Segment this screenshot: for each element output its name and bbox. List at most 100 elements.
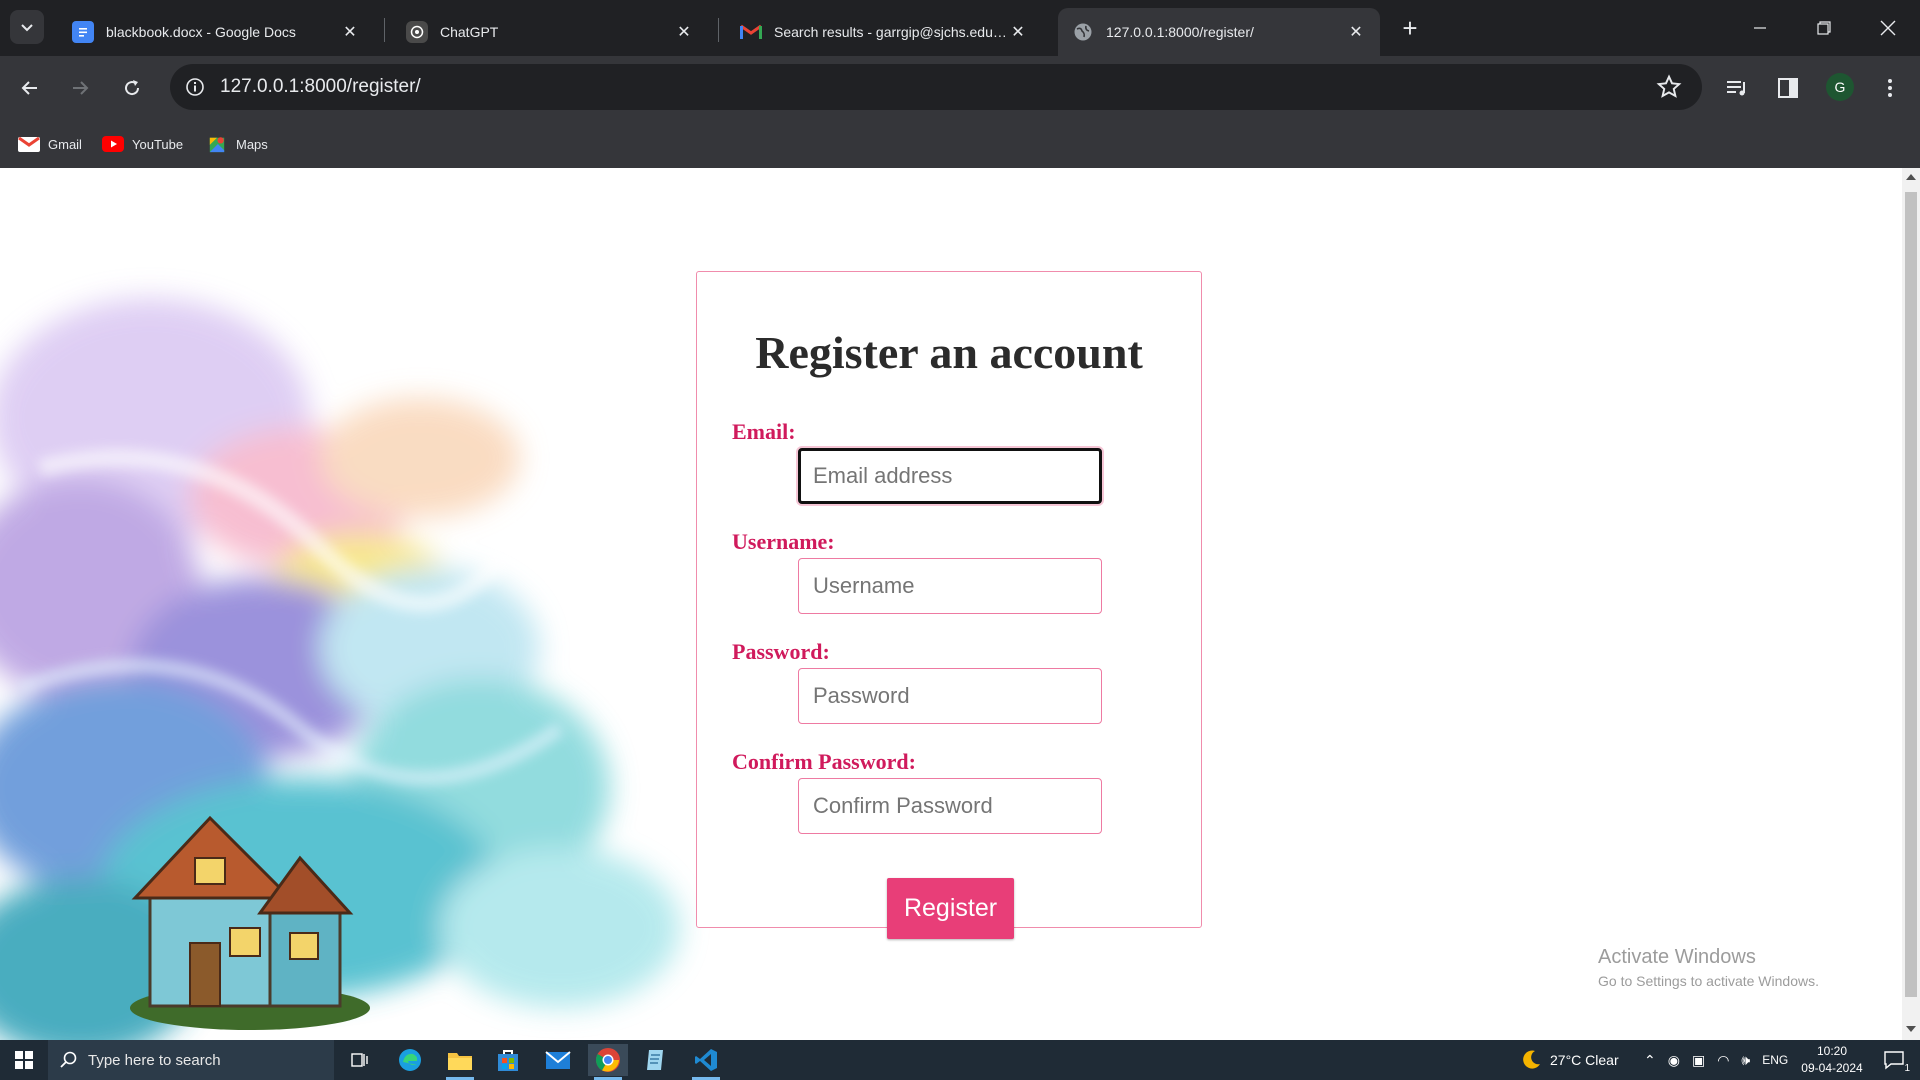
file-explorer-icon[interactable] [440,1044,480,1080]
clock-time: 10:20 [1816,1044,1848,1058]
weather-text: 27°C Clear [1550,1052,1619,1068]
close-icon[interactable]: ✕ [340,22,360,42]
language-indicator[interactable]: ENG [1762,1053,1788,1067]
minimize-button[interactable] [1728,0,1792,56]
system-tray: ⌃ ◉ ▣ ◠ 🕪 ENG [1644,1040,1788,1080]
username-field[interactable] [798,558,1102,614]
google-docs-icon [72,21,94,43]
password-field[interactable] [798,668,1102,724]
browser-toolbar: 127.0.0.1:8000/register/ G [0,56,1920,120]
tab-strip: blackbook.docx - Google Docs ✕ ChatGPT ✕… [0,0,1920,56]
restore-icon [1817,21,1831,35]
tab-register[interactable]: 127.0.0.1:8000/register/ ✕ [1058,8,1380,56]
media-control-icon[interactable] [1722,72,1754,104]
scroll-down-icon[interactable] [1906,1026,1916,1032]
arrow-left-icon [21,81,37,95]
more-menu-icon[interactable] [1874,72,1906,104]
bookmark-youtube[interactable]: YouTube [102,130,183,158]
chatgpt-icon [406,21,428,43]
register-card: Register an account Email: Username: Pas… [696,271,1202,939]
arrow-right-icon [73,81,89,95]
email-field[interactable] [798,448,1102,504]
store-icon[interactable] [488,1044,528,1076]
gmail-icon [740,21,762,43]
search-icon [60,1051,77,1068]
mail-icon[interactable] [538,1044,578,1076]
tab-gmail-search[interactable]: Search results - garrgip@sjchs.edu.in - … [726,8,1042,56]
close-icon[interactable]: ✕ [1346,22,1366,42]
new-tab-button[interactable]: + [1394,12,1426,44]
back-button[interactable] [12,70,48,106]
weather-widget[interactable]: 27°C Clear [1520,1040,1619,1080]
chevron-up-icon[interactable]: ⌃ [1644,1052,1656,1069]
password-label: Password: [732,639,830,664]
page-scrollbar[interactable] [1902,168,1920,1040]
location-icon[interactable]: ◉ [1668,1052,1680,1069]
page-viewport: Register an account Email: Username: Pas… [0,168,1902,1040]
profile-avatar[interactable]: G [1826,73,1854,101]
scroll-up-icon[interactable] [1906,174,1916,180]
youtube-icon [102,136,124,152]
url-text[interactable]: 127.0.0.1:8000/register/ [220,76,421,98]
email-label: Email: [732,419,796,444]
confirm-password-field[interactable] [798,778,1102,834]
taskbar-search-box[interactable]: Type here to search [48,1040,334,1080]
tab-title: 127.0.0.1:8000/register/ [1106,24,1254,40]
close-window-button[interactable] [1856,0,1920,56]
tab-title: blackbook.docx - Google Docs [106,24,296,40]
tab-google-docs[interactable]: blackbook.docx - Google Docs ✕ [58,8,374,56]
side-panel-icon[interactable] [1772,72,1804,104]
tab-separator [384,18,385,42]
bookmark-maps[interactable]: Maps [206,130,268,158]
watermark-title: Activate Windows [1598,946,1756,968]
maps-icon [209,137,225,153]
tab-title: Search results - garrgip@sjchs.edu.in - … [774,24,1008,40]
activate-windows-watermark: Activate Windows Go to Settings to activ… [1598,946,1819,989]
taskbar-search-placeholder: Type here to search [88,1051,221,1069]
chrome-icon[interactable] [588,1044,628,1080]
task-view-icon[interactable] [340,1044,380,1076]
vscode-icon[interactable] [686,1044,726,1080]
start-button[interactable] [4,1044,44,1076]
reload-button[interactable] [114,70,150,106]
plus-icon: + [1402,12,1418,43]
taskbar-clock[interactable]: 10:20 09-04-2024 [1796,1043,1868,1077]
close-icon [1880,20,1896,36]
tab-search-button[interactable] [10,10,44,44]
windows-taskbar: Type here to search 27°C Clear ⌃ ◉ ▣ ◠ 🕪… [0,1040,1920,1080]
tab-chatgpt[interactable]: ChatGPT ✕ [392,8,708,56]
tab-separator [718,18,719,42]
notifications-icon[interactable]: 1 [1874,1044,1914,1076]
username-label: Username: [732,529,835,554]
restore-button[interactable] [1792,0,1856,56]
meet-now-icon[interactable]: ▣ [1692,1052,1705,1069]
bookmark-gmail[interactable]: Gmail [18,130,82,158]
register-button[interactable]: Register [887,878,1014,939]
forward-button[interactable] [62,70,98,106]
clock-date: 09-04-2024 [1801,1061,1863,1075]
bookmark-label: Gmail [48,136,82,152]
edge-icon[interactable] [390,1044,430,1076]
watermark-subtitle: Go to Settings to activate Windows. [1598,973,1819,989]
notification-count: 1 [1904,1063,1910,1074]
moon-icon [1523,1050,1540,1069]
notepad-icon[interactable] [636,1044,676,1076]
close-icon[interactable]: ✕ [674,22,694,42]
bookmark-label: Maps [236,136,268,152]
wifi-icon[interactable]: ◠ [1717,1052,1729,1069]
address-bar[interactable]: 127.0.0.1:8000/register/ [170,64,1702,110]
reload-icon [125,80,140,96]
scrollbar-thumb[interactable] [1905,192,1917,997]
site-info-icon[interactable] [180,72,210,102]
chevron-down-icon [21,24,33,32]
gmail-icon [18,136,40,152]
bookmark-label: YouTube [132,136,184,152]
bookmark-star-icon[interactable] [1656,74,1682,100]
tab-title: ChatGPT [440,24,499,40]
page-title: Register an account [755,327,1143,378]
volume-icon[interactable]: 🕪 [1741,1052,1750,1069]
windows-logo-icon [15,1051,33,1069]
globe-icon [1072,21,1094,43]
confirm-password-label: Confirm Password: [732,749,916,774]
close-icon[interactable]: ✕ [1008,22,1028,42]
